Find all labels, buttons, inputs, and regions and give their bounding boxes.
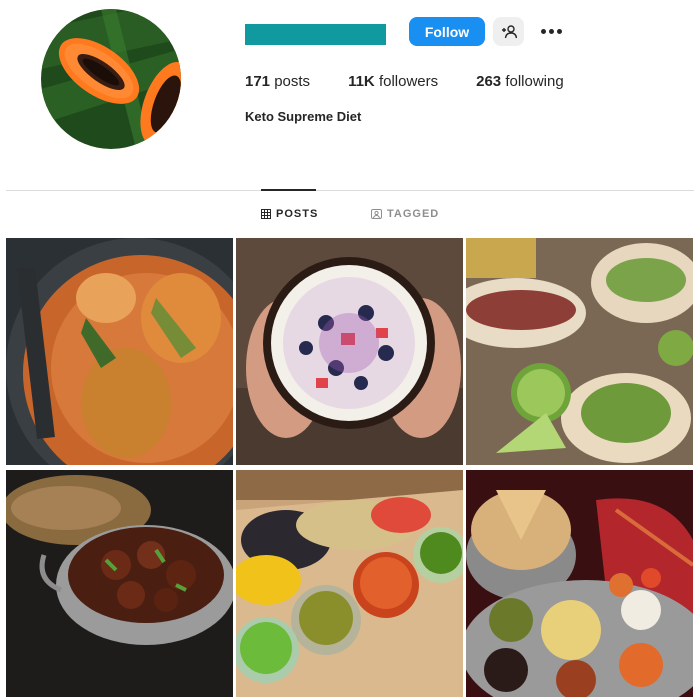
more-options-button[interactable] [535, 17, 567, 46]
tab-posts-label: POSTS [276, 208, 319, 220]
active-tab-indicator [261, 189, 316, 191]
tab-posts[interactable]: POSTS [261, 208, 318, 220]
post-thumbnail[interactable] [6, 238, 233, 465]
followers-stat[interactable]: 11K followers [348, 73, 438, 90]
posts-stat-label: posts [274, 73, 311, 90]
thali-platter-image [466, 470, 693, 697]
curry-chicken-image [6, 238, 233, 465]
followers-stat-label: followers [378, 73, 439, 90]
post-thumbnail[interactable] [466, 470, 693, 697]
username-redacted [245, 24, 386, 45]
coconut-fruit-bowl-image [236, 238, 463, 465]
posts-count: 171 [245, 73, 271, 90]
follow-button[interactable]: Follow [409, 17, 485, 46]
posts-grid [6, 238, 694, 698]
post-thumbnail[interactable] [6, 470, 233, 697]
tab-tagged[interactable]: TAGGED [371, 208, 439, 220]
post-thumbnail[interactable] [236, 238, 463, 465]
following-stat[interactable]: 263 following [476, 73, 564, 90]
tacos-lime-image [466, 238, 693, 465]
following-count: 263 [476, 73, 502, 90]
add-user-button[interactable] [493, 17, 524, 46]
add-user-icon [501, 24, 517, 38]
profile-stats: 171 posts 11K followers 263 following [245, 73, 602, 90]
beef-curry-bowl-image [6, 470, 233, 697]
dips-platter-image [236, 470, 463, 697]
more-options-icon [540, 29, 562, 34]
post-thumbnail[interactable] [236, 470, 463, 697]
profile-avatar[interactable] [41, 9, 181, 149]
profile-full-name: Keto Supreme Diet [245, 109, 362, 124]
followers-count: 11K [348, 73, 375, 90]
post-thumbnail[interactable] [466, 238, 693, 465]
papaya-avatar-image [41, 9, 181, 149]
tabs-divider [6, 190, 694, 191]
grid-icon [261, 209, 271, 219]
posts-stat[interactable]: 171 posts [245, 73, 310, 90]
following-stat-label: following [505, 73, 564, 90]
tagged-icon [371, 209, 382, 219]
tab-tagged-label: TAGGED [387, 208, 440, 220]
